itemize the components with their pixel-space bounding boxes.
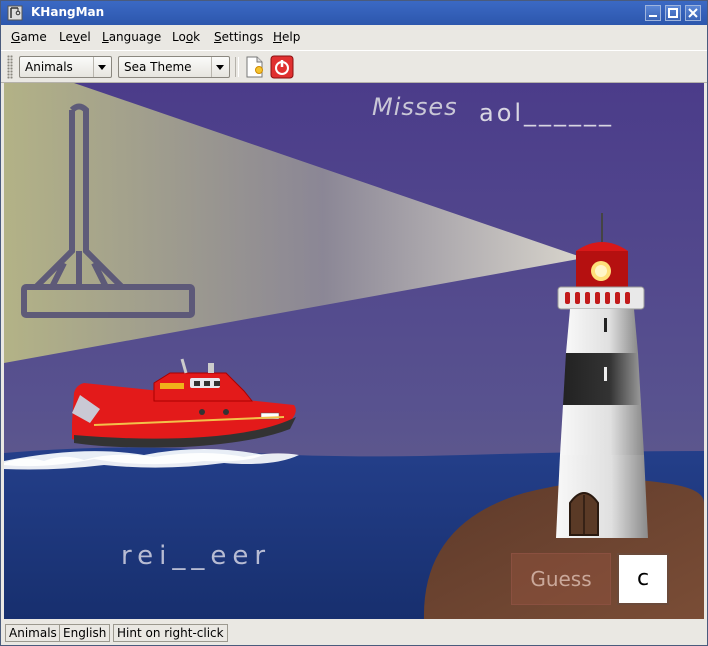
category-combo[interactable]: Animals [19, 56, 112, 78]
menu-help[interactable]: Help [273, 30, 300, 44]
close-button[interactable] [685, 5, 701, 21]
theme-combo[interactable]: Sea Theme [118, 56, 230, 78]
guess-button-label: Guess [530, 567, 592, 591]
quit-icon[interactable] [270, 55, 294, 79]
status-bar: Animals English Hint on right-click [1, 621, 707, 645]
guess-input-value: c [636, 566, 650, 591]
maximize-icon [668, 8, 678, 18]
menu-game-mnemonic: G [11, 30, 21, 44]
maximize-button[interactable] [665, 5, 681, 21]
menu-level[interactable]: Level [59, 30, 91, 44]
minimize-icon [649, 15, 657, 17]
close-icon [688, 8, 698, 18]
menu-settings[interactable]: Settings [214, 30, 263, 44]
hidden-word: rei__eer [121, 541, 272, 571]
status-category: Animals [5, 624, 61, 642]
new-document-icon[interactable] [242, 55, 266, 79]
misses-letters: aol______ [479, 99, 615, 127]
window-title: KHangMan [31, 5, 105, 19]
toolbar-grip[interactable] [7, 55, 13, 79]
chevron-down-icon [211, 57, 229, 77]
menu-settings-mnemonic: S [214, 30, 222, 44]
minimize-button[interactable] [645, 5, 661, 21]
chevron-down-icon [93, 57, 111, 77]
sea-theme-background [4, 83, 704, 619]
khangman-window: KHangMan Game Level Language Look Settin… [0, 0, 708, 646]
menu-language[interactable]: Language [102, 30, 161, 44]
game-scene: Misses aol______ rei__eer Guess c [4, 83, 704, 619]
theme-combo-value: Sea Theme [124, 60, 192, 74]
menu-language-mnemonic: L [102, 30, 109, 44]
toolbar: Animals Sea Theme [1, 50, 707, 83]
menu-level-mnemonic: v [72, 30, 80, 44]
guess-input[interactable]: c [617, 553, 669, 605]
menu-help-mnemonic: H [273, 30, 283, 44]
app-icon [7, 5, 23, 21]
toolbar-separator [235, 57, 239, 77]
title-bar[interactable]: KHangMan [1, 1, 707, 25]
status-hint: Hint on right-click [113, 624, 228, 642]
category-combo-value: Animals [25, 60, 73, 74]
misses-label: Misses [372, 93, 458, 121]
menu-look[interactable]: Look [172, 30, 200, 44]
guess-button[interactable]: Guess [511, 553, 611, 605]
status-language: English [59, 624, 111, 642]
menu-bar: Game Level Language Look Settings Help [1, 25, 707, 49]
menu-look-mnemonic: o [185, 30, 194, 44]
menu-game[interactable]: Game [11, 30, 47, 44]
